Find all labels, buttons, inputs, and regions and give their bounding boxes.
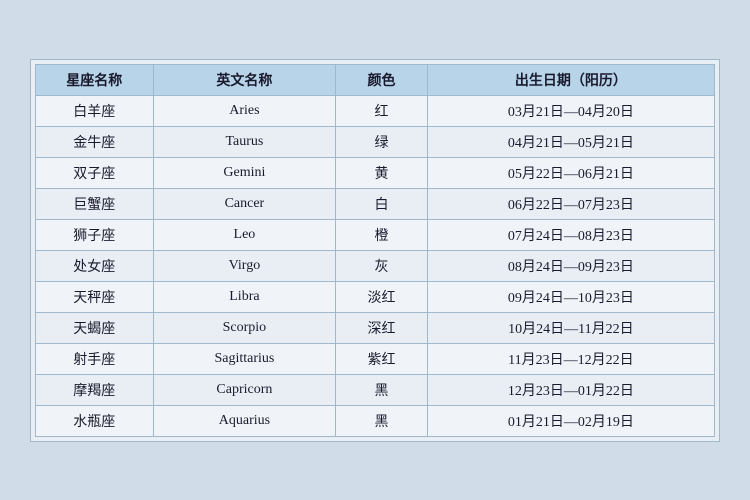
cell-zh: 处女座 bbox=[36, 250, 154, 281]
cell-color: 黑 bbox=[336, 374, 427, 405]
cell-en: Gemini bbox=[153, 157, 336, 188]
table-row: 金牛座Taurus绿04月21日—05月21日 bbox=[36, 126, 715, 157]
cell-color: 橙 bbox=[336, 219, 427, 250]
header-date: 出生日期（阳历） bbox=[427, 64, 714, 95]
table-row: 水瓶座Aquarius黑01月21日—02月19日 bbox=[36, 405, 715, 436]
cell-en: Capricorn bbox=[153, 374, 336, 405]
cell-color: 黄 bbox=[336, 157, 427, 188]
cell-zh: 水瓶座 bbox=[36, 405, 154, 436]
cell-color: 绿 bbox=[336, 126, 427, 157]
cell-en: Cancer bbox=[153, 188, 336, 219]
cell-zh: 狮子座 bbox=[36, 219, 154, 250]
cell-color: 灰 bbox=[336, 250, 427, 281]
header-color: 颜色 bbox=[336, 64, 427, 95]
cell-date: 06月22日—07月23日 bbox=[427, 188, 714, 219]
cell-zh: 天秤座 bbox=[36, 281, 154, 312]
header-en: 英文名称 bbox=[153, 64, 336, 95]
cell-date: 12月23日—01月22日 bbox=[427, 374, 714, 405]
cell-color: 深红 bbox=[336, 312, 427, 343]
table-row: 双子座Gemini黄05月22日—06月21日 bbox=[36, 157, 715, 188]
table-row: 摩羯座Capricorn黑12月23日—01月22日 bbox=[36, 374, 715, 405]
zodiac-table-container: 星座名称 英文名称 颜色 出生日期（阳历） 白羊座Aries红03月21日—04… bbox=[30, 59, 720, 442]
table-row: 天秤座Libra淡红09月24日—10月23日 bbox=[36, 281, 715, 312]
cell-color: 白 bbox=[336, 188, 427, 219]
cell-zh: 摩羯座 bbox=[36, 374, 154, 405]
cell-zh: 射手座 bbox=[36, 343, 154, 374]
table-row: 天蝎座Scorpio深红10月24日—11月22日 bbox=[36, 312, 715, 343]
table-row: 处女座Virgo灰08月24日—09月23日 bbox=[36, 250, 715, 281]
cell-date: 05月22日—06月21日 bbox=[427, 157, 714, 188]
table-row: 狮子座Leo橙07月24日—08月23日 bbox=[36, 219, 715, 250]
cell-color: 淡红 bbox=[336, 281, 427, 312]
cell-color: 黑 bbox=[336, 405, 427, 436]
table-header-row: 星座名称 英文名称 颜色 出生日期（阳历） bbox=[36, 64, 715, 95]
table-row: 射手座Sagittarius紫红11月23日—12月22日 bbox=[36, 343, 715, 374]
cell-date: 08月24日—09月23日 bbox=[427, 250, 714, 281]
cell-date: 11月23日—12月22日 bbox=[427, 343, 714, 374]
cell-color: 紫红 bbox=[336, 343, 427, 374]
cell-date: 07月24日—08月23日 bbox=[427, 219, 714, 250]
cell-date: 04月21日—05月21日 bbox=[427, 126, 714, 157]
cell-color: 红 bbox=[336, 95, 427, 126]
cell-en: Sagittarius bbox=[153, 343, 336, 374]
cell-en: Aquarius bbox=[153, 405, 336, 436]
cell-date: 03月21日—04月20日 bbox=[427, 95, 714, 126]
table-row: 白羊座Aries红03月21日—04月20日 bbox=[36, 95, 715, 126]
cell-en: Taurus bbox=[153, 126, 336, 157]
table-row: 巨蟹座Cancer白06月22日—07月23日 bbox=[36, 188, 715, 219]
cell-zh: 巨蟹座 bbox=[36, 188, 154, 219]
cell-en: Scorpio bbox=[153, 312, 336, 343]
zodiac-table: 星座名称 英文名称 颜色 出生日期（阳历） 白羊座Aries红03月21日—04… bbox=[35, 64, 715, 437]
cell-zh: 金牛座 bbox=[36, 126, 154, 157]
cell-en: Leo bbox=[153, 219, 336, 250]
cell-date: 09月24日—10月23日 bbox=[427, 281, 714, 312]
cell-en: Libra bbox=[153, 281, 336, 312]
cell-zh: 白羊座 bbox=[36, 95, 154, 126]
cell-date: 10月24日—11月22日 bbox=[427, 312, 714, 343]
cell-en: Aries bbox=[153, 95, 336, 126]
cell-zh: 双子座 bbox=[36, 157, 154, 188]
cell-en: Virgo bbox=[153, 250, 336, 281]
cell-zh: 天蝎座 bbox=[36, 312, 154, 343]
header-zh: 星座名称 bbox=[36, 64, 154, 95]
cell-date: 01月21日—02月19日 bbox=[427, 405, 714, 436]
